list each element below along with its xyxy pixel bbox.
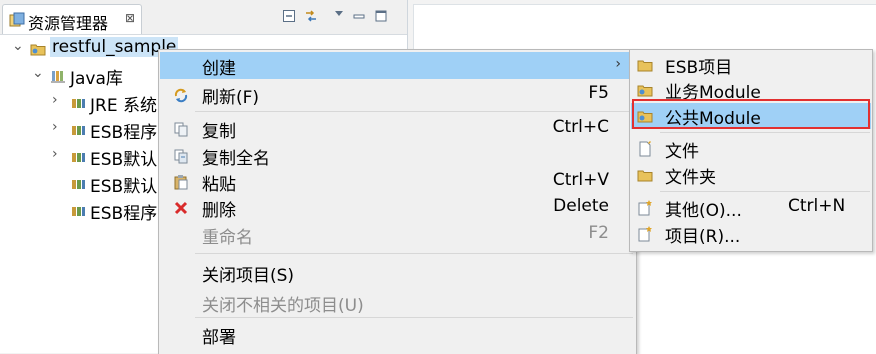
- collapse-all-icon[interactable]: [282, 9, 296, 23]
- tree-item-label: ESB默认: [90, 150, 158, 170]
- create-submenu: ESB项目 业务Module 公共Module 文件 文件夹 其他(O)... …: [629, 49, 873, 252]
- chevron-right-icon: ›: [615, 56, 621, 72]
- chevron-right-icon[interactable]: ›: [52, 119, 58, 135]
- menu-item-copy-full-name[interactable]: 复制全名: [160, 142, 635, 169]
- explorer-tab[interactable]: 资源管理器 ⊠: [2, 4, 142, 34]
- tree-item-esb-1[interactable]: › ESB程序: [0, 117, 160, 143]
- menu-item-copy[interactable]: 复制 Ctrl+C: [160, 115, 635, 142]
- link-editor-icon[interactable]: [304, 9, 318, 23]
- explorer-tab-title: 资源管理器: [28, 14, 109, 33]
- tree-item-label: JRE 系统: [90, 96, 157, 116]
- menu-item-paste[interactable]: 粘贴 Ctrl+V: [160, 168, 635, 195]
- new-wizard-icon: [638, 226, 652, 242]
- menu-item-label: 关闭不相关的项目(U): [202, 296, 364, 316]
- menu-separator: [195, 317, 633, 318]
- menu-separator: [660, 132, 870, 133]
- tree-item-project[interactable]: ⌄ restful_sample: [0, 36, 180, 62]
- submenu-item-project[interactable]: 项目(R)...: [631, 221, 871, 247]
- project-folder-icon: [30, 44, 46, 56]
- chevron-right-icon[interactable]: ›: [52, 92, 58, 108]
- shortcut-label: Ctrl+N: [788, 196, 846, 216]
- paste-icon: [174, 175, 188, 190]
- jar-icon: [72, 207, 85, 216]
- jar-icon: [72, 153, 85, 162]
- menu-item-rename[interactable]: 重命名 F2: [160, 221, 635, 248]
- tree-item-esb-4[interactable]: ESB程序: [0, 198, 160, 224]
- submenu-item-other[interactable]: 其他(O)... Ctrl+N: [631, 195, 871, 221]
- shortcut-label: F5: [588, 83, 609, 103]
- view-menu-icon[interactable]: [332, 7, 346, 21]
- file-icon: [639, 141, 651, 157]
- tree-item-jre[interactable]: › JRE 系统: [0, 90, 160, 116]
- menu-item-label: 重命名: [202, 228, 253, 248]
- jar-icon: [72, 126, 85, 135]
- submenu-item-label: 其他(O)...: [665, 201, 742, 221]
- shortcut-label: Ctrl+C: [552, 117, 609, 137]
- submenu-item-label: 项目(R)...: [665, 227, 741, 247]
- explorer-icon: [9, 12, 25, 27]
- tree-item-esb-2[interactable]: › ESB默认: [0, 144, 160, 170]
- library-icon: [51, 71, 65, 83]
- shortcut-label: F2: [588, 223, 609, 243]
- menu-separator: [660, 191, 870, 192]
- tree-item-label: ESB默认: [90, 177, 158, 197]
- close-icon[interactable]: ⊠: [125, 11, 135, 25]
- module-icon: [637, 85, 653, 97]
- folder-icon: [637, 60, 653, 72]
- copy-name-icon: [174, 149, 188, 164]
- submenu-item-folder[interactable]: 文件夹: [631, 162, 871, 188]
- tree-item-esb-3[interactable]: ESB默认: [0, 171, 160, 197]
- menu-item-refresh[interactable]: 刷新(F) F5: [160, 81, 635, 108]
- tree-item-label: ESB程序: [90, 123, 158, 143]
- menu-item-label: 创建: [202, 59, 236, 79]
- menu-item-label: 刷新(F): [202, 88, 260, 108]
- jar-icon: [72, 99, 85, 108]
- new-wizard-icon: [638, 200, 652, 216]
- chevron-down-icon[interactable]: ⌄: [32, 65, 44, 81]
- tree-item-label: ESB程序: [90, 204, 158, 224]
- chevron-right-icon[interactable]: ›: [52, 146, 58, 162]
- view-tab-bar: 资源管理器 ⊠: [0, 0, 407, 35]
- delete-icon: [174, 201, 188, 215]
- shortcut-label: Ctrl+V: [552, 170, 609, 190]
- menu-item-label: 关闭项目(S): [202, 266, 295, 286]
- maximize-icon[interactable]: [374, 9, 388, 23]
- tree-item-library[interactable]: ⌄ Java库: [0, 63, 160, 89]
- refresh-icon: [174, 88, 188, 103]
- menu-item-close-project[interactable]: 关闭项目(S): [160, 259, 635, 286]
- tree-item-label: Java库: [70, 69, 123, 89]
- shortcut-label: Delete: [553, 196, 609, 216]
- submenu-item-label: 文件夹: [665, 168, 716, 188]
- chevron-down-icon[interactable]: ⌄: [12, 38, 24, 54]
- submenu-item-label: ESB项目: [665, 58, 733, 78]
- menu-item-label: 复制全名: [202, 149, 270, 169]
- submenu-item-file[interactable]: 文件: [631, 136, 871, 162]
- minimize-icon[interactable]: [352, 9, 366, 23]
- menu-item-label: 删除: [202, 201, 236, 221]
- menu-item-label: 复制: [202, 122, 236, 142]
- menu-item-deploy[interactable]: 部署: [160, 321, 635, 348]
- copy-icon: [174, 122, 188, 137]
- highlight-box: [632, 99, 870, 129]
- menu-separator: [195, 111, 633, 112]
- menu-item-label: 粘贴: [202, 175, 236, 195]
- folder-icon: [637, 170, 653, 182]
- menu-item-delete[interactable]: 删除 Delete: [160, 194, 635, 221]
- menu-item-label: 部署: [202, 328, 236, 348]
- menu-item-create[interactable]: 创建 ›: [160, 52, 635, 79]
- context-menu: 创建 › 刷新(F) F5 复制 Ctrl+C 复制全名 粘贴 Ctrl+V 删…: [158, 49, 637, 354]
- menu-separator: [195, 253, 633, 254]
- submenu-item-label: 文件: [665, 142, 699, 162]
- jar-icon: [72, 180, 85, 189]
- submenu-item-esb-project[interactable]: ESB项目: [631, 52, 871, 78]
- menu-item-close-unrelated[interactable]: 关闭不相关的项目(U): [160, 289, 635, 316]
